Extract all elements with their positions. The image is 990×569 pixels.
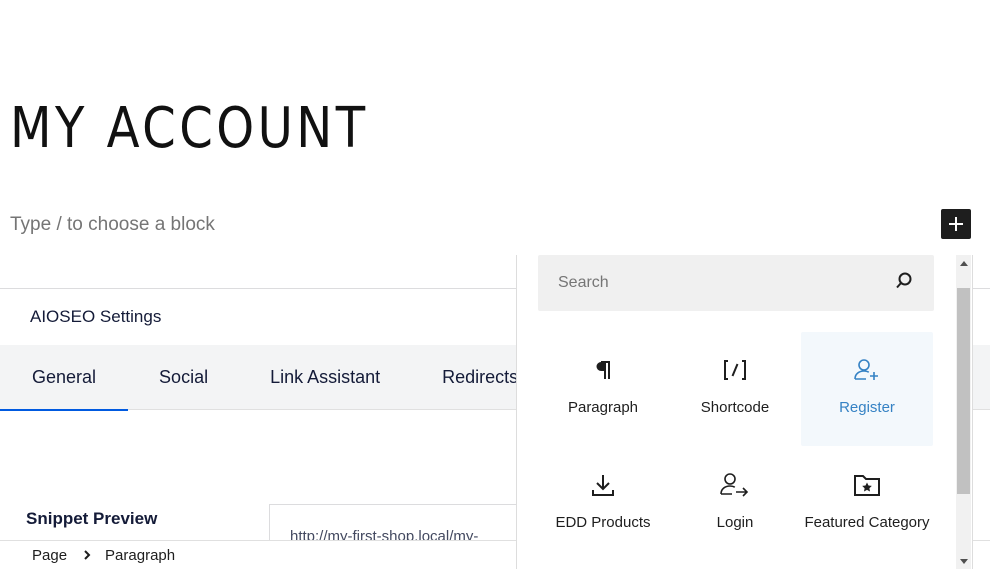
block-placeholder[interactable]: Type / to choose a block (10, 214, 215, 236)
breadcrumb-item-paragraph[interactable]: Paragraph (105, 547, 175, 564)
page-title: MY ACCOUNT (10, 96, 369, 161)
block-label: Shortcode (700, 399, 770, 416)
block-label: Paragraph (567, 399, 639, 416)
block-search-input[interactable] (558, 274, 894, 292)
chevron-right-icon (83, 549, 91, 561)
tab-social[interactable]: Social (128, 345, 239, 410)
block-register[interactable]: Register (801, 332, 933, 446)
block-featured-category[interactable]: Featured Category (801, 447, 933, 561)
user-add-icon (851, 354, 883, 386)
block-label: Login (716, 514, 754, 531)
block-edd-products[interactable]: EDD Products (537, 447, 669, 561)
scrollbar-thumb[interactable] (957, 288, 970, 494)
inserter-search (538, 255, 934, 311)
add-block-button[interactable] (941, 209, 971, 239)
paragraph-icon (587, 354, 619, 386)
user-login-icon (719, 469, 751, 501)
block-label: Featured Category (804, 514, 930, 531)
snippet-preview-box: http://my-first-shop.local/my- (269, 504, 529, 544)
folder-star-icon (851, 469, 883, 501)
search-icon[interactable] (894, 271, 914, 296)
block-label: EDD Products (555, 514, 651, 531)
block-paragraph[interactable]: Paragraph (537, 332, 669, 446)
tab-general[interactable]: General (0, 345, 129, 411)
breadcrumb-item-page[interactable]: Page (32, 547, 67, 564)
inserter-scrollbar[interactable] (956, 255, 971, 569)
scroll-up-arrow-icon[interactable] (956, 255, 971, 271)
block-inserter-popover: Paragraph Shortcode Register EDD Product… (516, 255, 973, 569)
plus-icon (949, 217, 963, 231)
download-icon (587, 469, 619, 501)
snippet-preview-label: Snippet Preview (26, 509, 158, 528)
block-label: Register (839, 399, 895, 416)
shortcode-icon (719, 354, 751, 386)
scroll-down-arrow-icon[interactable] (956, 553, 971, 569)
tab-link-assistant[interactable]: Link Assistant (239, 345, 411, 410)
block-login[interactable]: Login (669, 447, 801, 561)
block-shortcode[interactable]: Shortcode (669, 332, 801, 446)
